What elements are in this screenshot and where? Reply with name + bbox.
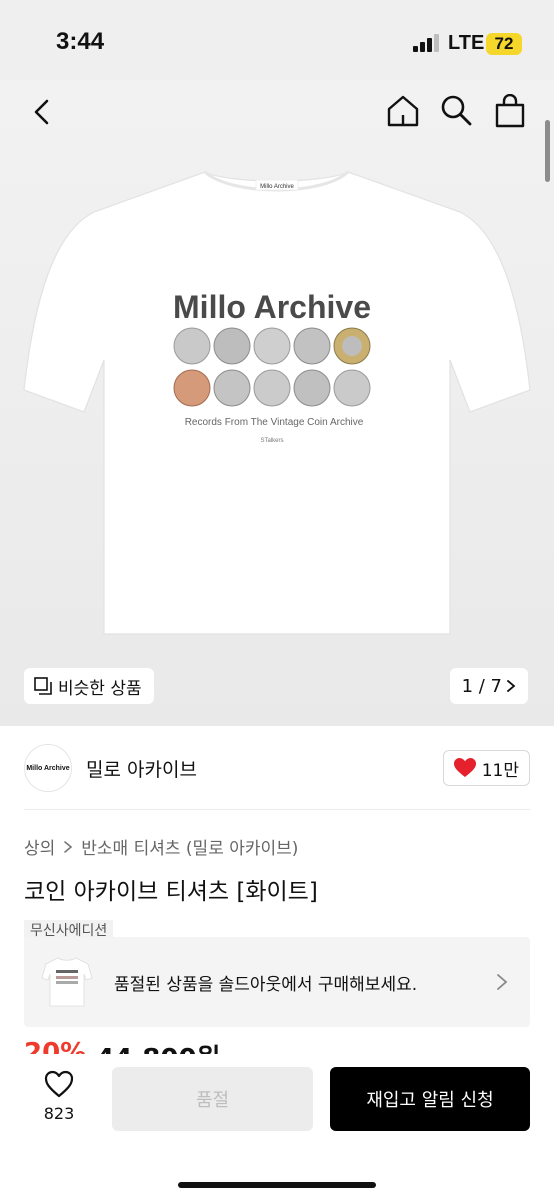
copy-icon xyxy=(34,677,52,695)
battery-indicator: 72 xyxy=(486,33,522,55)
similar-products-label: 비슷한 상품 xyxy=(58,678,142,699)
product-image-gallery[interactable]: Millo Archive Millo Archive Records From… xyxy=(0,80,554,726)
heart-outline-icon xyxy=(44,1070,74,1098)
brand-logo[interactable]: Millo Archive xyxy=(24,744,72,792)
chevron-right-icon xyxy=(64,840,73,853)
breadcrumb: 상의 반소매 티셔츠 (밀로 아카이브) xyxy=(24,834,298,859)
product-title: 코인 아카이브 티셔츠 [화이트] xyxy=(24,879,318,905)
chevron-right-icon xyxy=(497,974,508,990)
discount-rate: 20% xyxy=(24,1038,87,1054)
status-time: 3:44 xyxy=(56,28,105,55)
print-subtitle: Records From The Vintage Coin Archive xyxy=(185,417,364,428)
brand-name[interactable]: 밀로 아카이브 xyxy=(86,755,197,782)
sale-price: 44,800원 xyxy=(96,1038,220,1054)
divider xyxy=(24,809,530,810)
chevron-right-icon xyxy=(507,680,516,692)
breadcrumb-category[interactable]: 상의 xyxy=(24,834,55,859)
status-bar: 3:44 LTE 72 xyxy=(0,0,554,80)
brand-row[interactable]: Millo Archive 밀로 아카이브 11만 xyxy=(24,744,530,792)
restock-alert-button[interactable]: 재입고 알림 신청 xyxy=(330,1067,530,1131)
search-icon[interactable] xyxy=(440,94,472,126)
similar-products-button[interactable]: 비슷한 상품 xyxy=(24,668,154,704)
price-row: 20% 44,800원 xyxy=(24,1038,221,1054)
heart-icon xyxy=(453,758,476,777)
signal-icon xyxy=(413,34,439,52)
brand-like-count: 11만 xyxy=(481,760,519,781)
image-pager-label: 1 / 7 xyxy=(461,675,502,697)
soldout-marketplace-banner[interactable]: 품절된 상품을 솔드아웃에서 구매해보세요. xyxy=(24,937,530,1027)
home-indicator xyxy=(178,1182,376,1188)
soldout-banner-text: 품절된 상품을 솔드아웃에서 구매해보세요. xyxy=(114,974,418,995)
breadcrumb-subcategory[interactable]: 반소매 티셔츠 (밀로 아카이브) xyxy=(81,834,298,859)
brand-like-button[interactable]: 11만 xyxy=(442,750,530,786)
network-type: LTE xyxy=(448,32,485,54)
product-thumbnail xyxy=(41,957,93,1007)
t-shirt-image: Millo Archive Millo Archive Records From… xyxy=(23,170,531,635)
shopping-bag-icon[interactable] xyxy=(494,94,526,128)
print-title: Millo Archive xyxy=(173,289,371,325)
soldout-button[interactable]: 품절 xyxy=(112,1067,313,1131)
neck-label: Millo Archive xyxy=(260,184,294,190)
chevron-left-icon[interactable] xyxy=(28,98,56,126)
home-icon[interactable] xyxy=(386,94,420,128)
bottom-action-bar: 823 품절 재입고 알림 신청 xyxy=(0,1054,554,1200)
print-small-text: STalkers xyxy=(260,438,283,444)
image-pager[interactable]: 1 / 7 xyxy=(449,668,528,704)
wishlist-button[interactable]: 823 xyxy=(34,1070,84,1123)
wishlist-count: 823 xyxy=(43,1104,75,1123)
